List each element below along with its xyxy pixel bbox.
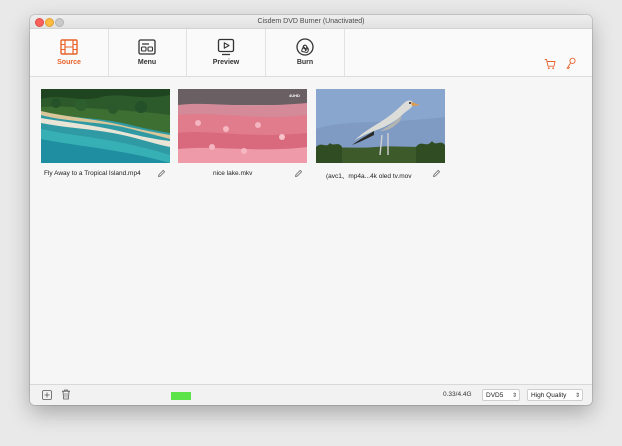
capacity-size-label: 0.33/4.4G [443, 391, 472, 398]
video-thumbnail[interactable] [316, 89, 445, 163]
video-caption: (avc1、mp4a...4k oled tv.mov [316, 167, 445, 181]
add-video-icon[interactable] [42, 390, 52, 400]
video-name: nice lake.mkv [213, 170, 253, 177]
video-thumbnail[interactable]: 4UHD [178, 89, 307, 163]
app-window: Cisdem DVD Burner (Unactivated) Source M… [30, 15, 592, 405]
video-caption: nice lake.mkv [178, 167, 307, 181]
bottom-bar: 0.33/4.4G DVD5 ⇕ High Quality ⇕ [30, 384, 592, 405]
menu-template-icon [138, 39, 156, 55]
disc-type-value: DVD5 [486, 392, 504, 399]
tab-menu[interactable]: Menu [108, 29, 187, 76]
video-name: Fly Away to a Tropical Island.mp4 [44, 170, 141, 177]
edit-pencil-icon[interactable] [432, 169, 441, 178]
secretary-bird-thumbnail [316, 89, 445, 163]
video-thumbnail[interactable] [41, 89, 170, 163]
quality-value: High Quality [531, 392, 567, 399]
tab-preview-label: Preview [212, 59, 240, 66]
disc-type-select[interactable]: DVD5 ⇕ [482, 389, 520, 401]
trash-icon[interactable] [61, 389, 71, 400]
chevron-updown-icon: ⇕ [511, 393, 517, 399]
tab-source-label: Source [57, 59, 81, 66]
quality-select[interactable]: High Quality ⇕ [527, 389, 583, 401]
edit-pencil-icon[interactable] [157, 169, 166, 178]
tab-burn[interactable]: Burn [266, 29, 345, 76]
uhd-badge: 4UHD [289, 93, 300, 98]
tab-menu-label: Menu [137, 59, 157, 66]
play-preview-icon [217, 38, 235, 56]
capacity-progress-fill [171, 392, 191, 400]
key-icon[interactable] [565, 57, 577, 70]
tab-source[interactable]: Source [30, 29, 109, 76]
film-icon [60, 39, 78, 55]
capacity-progress-bar [171, 392, 434, 400]
window-title: Cisdem DVD Burner (Unactivated) [257, 18, 365, 25]
video-caption: Fly Away to a Tropical Island.mp4 [41, 167, 170, 181]
tab-preview[interactable]: Preview [187, 29, 266, 76]
disc-burn-icon [296, 38, 314, 56]
chevron-updown-icon: ⇕ [574, 393, 580, 399]
video-list-area: Fly Away to a Tropical Island.mp4 4UHD n… [30, 77, 592, 383]
cart-icon[interactable] [544, 58, 556, 70]
edit-pencil-icon[interactable] [294, 169, 303, 178]
tropical-island-thumbnail [41, 89, 170, 163]
title-bar: Cisdem DVD Burner (Unactivated) [30, 15, 592, 29]
toolbar: Source Menu Preview Burn [30, 29, 592, 77]
flamingo-lake-thumbnail: 4UHD [178, 89, 307, 163]
video-name: (avc1、mp4a...4k oled tv.mov [326, 173, 412, 180]
tab-burn-label: Burn [296, 59, 314, 66]
